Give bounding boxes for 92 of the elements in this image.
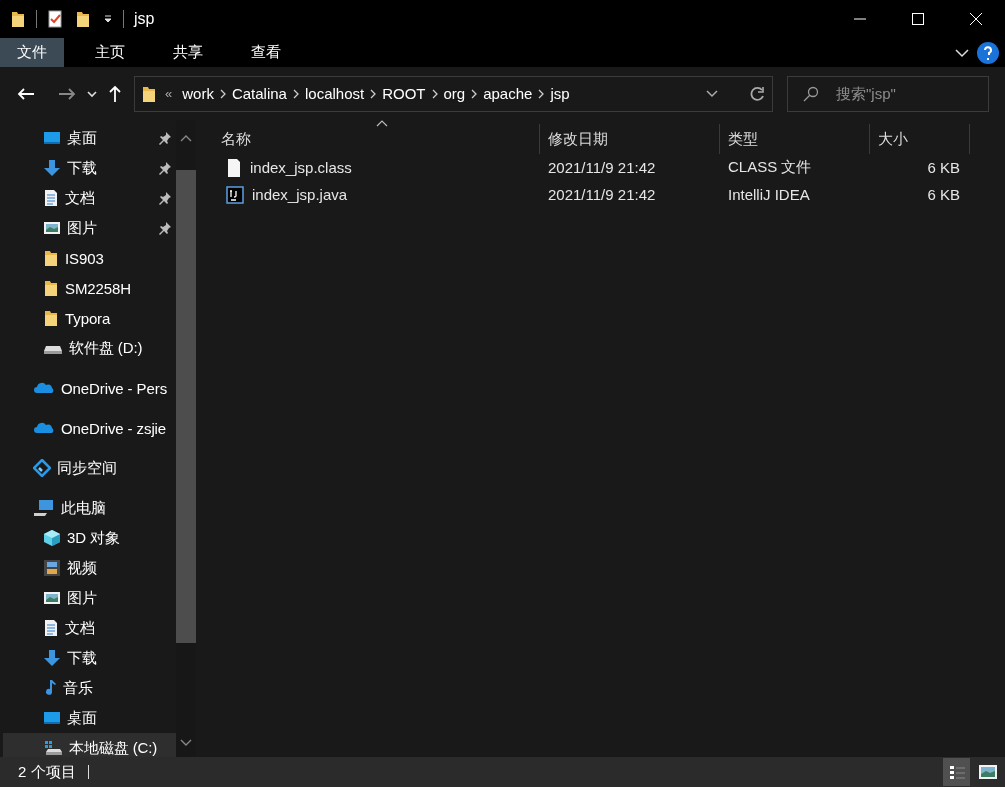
file-name[interactable]: index_jsp.java (252, 186, 348, 203)
column-header[interactable]: 类型 (720, 124, 870, 154)
breadcrumb[interactable]: jsp (546, 85, 574, 102)
forward-arrow-icon (58, 86, 76, 101)
address-bar[interactable]: « work Catalina localhost ROOT org apache jsp (134, 75, 773, 112)
item-count: 2 个项目 (18, 762, 76, 782)
breadcrumb[interactable]: localhost (300, 85, 369, 102)
picture-icon (43, 220, 61, 236)
search-icon (803, 85, 819, 102)
ribbon-tab[interactable]: 查看 (234, 38, 298, 67)
large-icons-view-icon (977, 764, 998, 780)
view-button[interactable] (943, 758, 970, 786)
file-icon (226, 157, 242, 178)
sidebar-item[interactable]: OneDrive - zsjie (3, 413, 176, 443)
sidebar-item[interactable]: 3D 对象 (3, 523, 176, 553)
folder-icon (43, 279, 59, 297)
sidebar-item[interactable]: 下载 (3, 643, 176, 673)
sync-diamond-icon (33, 459, 51, 477)
chevron-up-icon (180, 134, 192, 142)
scrollbar-thumb[interactable] (176, 170, 196, 643)
help-icon (977, 41, 999, 64)
sidebar-item[interactable]: OneDrive - Pers (3, 373, 176, 403)
sidebar-item[interactable]: 桌面 (3, 123, 176, 153)
folder-icon (141, 84, 157, 103)
sort-caret-icon (376, 119, 388, 127)
details-view-icon (947, 763, 966, 781)
table-cell-text: 2021/11/9 21:42 (547, 159, 657, 176)
ribbon-tab[interactable]: 文件 (0, 38, 64, 67)
column-header[interactable]: 修改日期 (540, 124, 720, 154)
file-name[interactable]: index_jsp.class (250, 159, 352, 176)
column-header[interactable]: 名称 (213, 124, 540, 154)
refresh-icon (748, 85, 765, 102)
document-icon (43, 189, 59, 207)
table-cell-text: 6 KB (926, 186, 961, 203)
chevron-down-icon (706, 89, 718, 98)
sidebar-item[interactable]: SM2258H (3, 273, 176, 303)
film-icon (43, 559, 61, 577)
overflow-mark[interactable]: « (165, 86, 173, 101)
table-cell-text: IntelliJ IDEA (727, 186, 811, 203)
folder-icon (43, 249, 59, 267)
folder-icon (75, 10, 91, 28)
column-header[interactable]: 大小 (870, 124, 970, 154)
back-arrow-icon (17, 86, 35, 101)
close-icon (970, 13, 982, 25)
cube-icon (43, 529, 61, 547)
breadcrumb[interactable]: apache (479, 85, 537, 102)
breadcrumb[interactable]: ROOT (378, 85, 430, 102)
sidebar-item[interactable]: 此电脑 (3, 493, 176, 523)
sidebar-item[interactable]: 文档 (3, 613, 176, 643)
document-icon (43, 619, 59, 637)
download-arrow-icon (43, 159, 61, 177)
sidebar-item[interactable]: 视频 (3, 553, 176, 583)
sidebar-item[interactable]: 本地磁盘 (C:) (3, 733, 176, 757)
table-cell-text: 2021/11/9 21:42 (547, 186, 657, 203)
ribbon-tab[interactable]: 共享 (156, 38, 220, 67)
table-cell-text: CLASS 文件 (727, 158, 813, 177)
sidebar-item[interactable]: 图片 (3, 213, 176, 243)
window-title: jsp (134, 10, 155, 28)
expand-chevron-icon (955, 47, 969, 58)
sidebar-item[interactable]: IS903 (3, 243, 176, 273)
computer-icon (33, 499, 55, 517)
sidebar-item[interactable]: 同步空间 (3, 453, 176, 483)
desktop-icon (43, 710, 61, 726)
breadcrumb[interactable]: Catalina (227, 85, 291, 102)
up-arrow-icon (108, 84, 122, 103)
sidebar-item[interactable]: 下载 (3, 153, 176, 183)
sidebar-item[interactable]: 软件盘 (D:) (3, 333, 176, 363)
desktop-icon (43, 130, 61, 146)
drive-icon (43, 740, 63, 756)
picture-icon (43, 590, 61, 606)
breadcrumb[interactable]: work (178, 85, 218, 102)
download-arrow-icon (43, 649, 61, 667)
chevron-down-icon (180, 739, 192, 747)
folder-icon (43, 309, 59, 327)
sidebar-item[interactable]: 桌面 (3, 703, 176, 733)
ribbon-tab[interactable]: 主页 (78, 38, 142, 67)
folder-icon (10, 10, 26, 28)
breadcrumb[interactable]: org (439, 85, 470, 102)
maximize-icon (912, 13, 924, 25)
table-cell-text: 6 KB (926, 159, 961, 176)
chevron-down-icon (87, 89, 97, 98)
sidebar-item[interactable]: Typora (3, 303, 176, 333)
sidebar-item[interactable]: 文档 (3, 183, 176, 213)
dropdown-arrow-icon (103, 14, 113, 24)
sidebar-item[interactable]: 音乐 (3, 673, 176, 703)
cloud-icon (33, 420, 55, 436)
intellij-icon (226, 185, 244, 204)
checklist-icon (47, 10, 63, 28)
search-field[interactable]: 搜索"jsp" (787, 75, 989, 112)
music-note-icon (43, 679, 57, 697)
sidebar-item[interactable]: 图片 (3, 583, 176, 613)
cloud-icon (33, 380, 55, 396)
